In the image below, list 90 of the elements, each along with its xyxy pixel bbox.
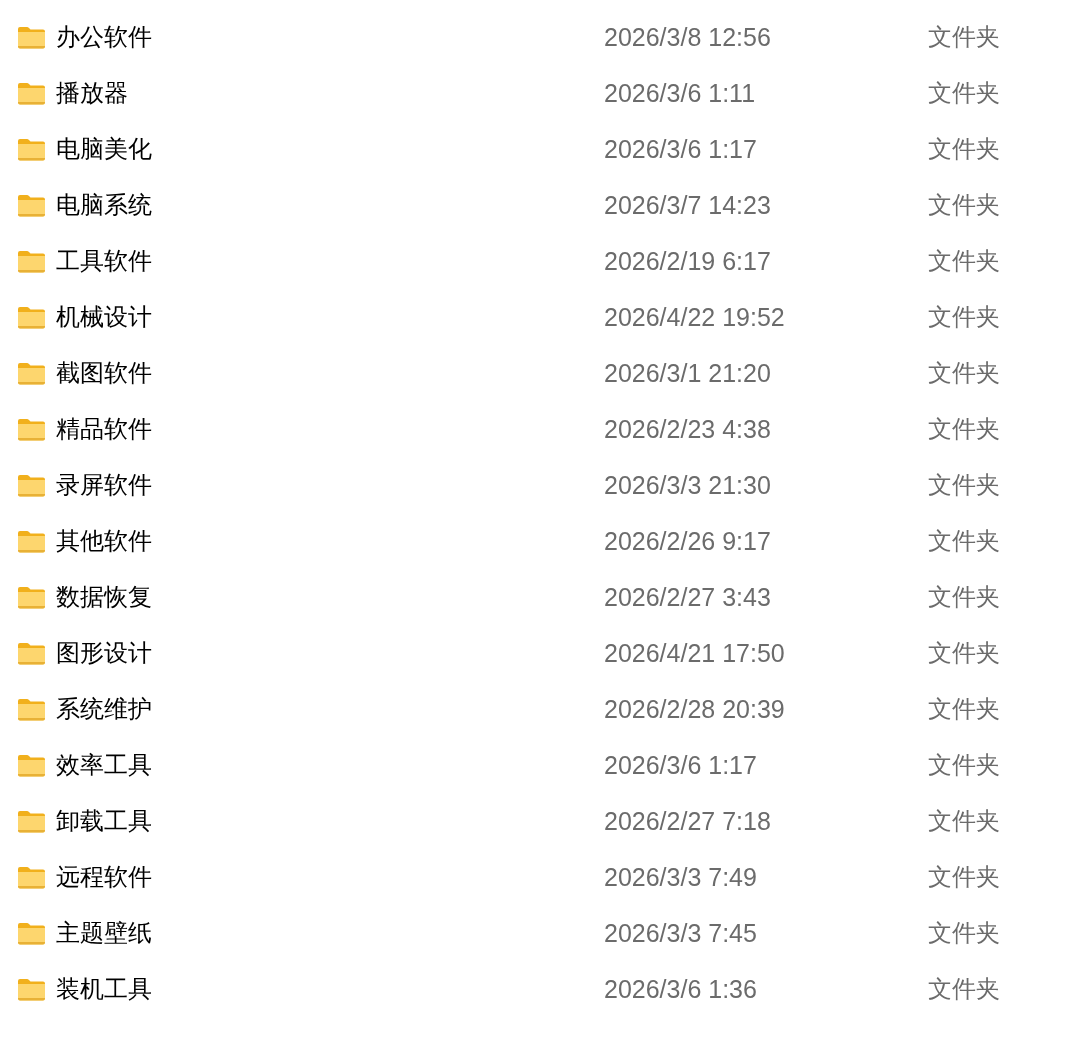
folder-icon: [17, 25, 46, 49]
file-row[interactable]: 数据恢复 2026/2/27 3:43 文件夹: [0, 569, 1020, 625]
date-modified: 2026/3/3 7:45: [604, 918, 757, 948]
file-type: 文件夹: [928, 134, 1000, 164]
folder-name: 精品软件: [56, 414, 152, 444]
date-modified: 2026/3/6 1:17: [604, 134, 757, 164]
folder-name: 工具软件: [56, 246, 152, 276]
folder-icon: [17, 305, 46, 329]
file-row[interactable]: 截图软件 2026/3/1 21:20 文件夹: [0, 345, 1020, 401]
folder-icon: [17, 753, 46, 777]
file-type: 文件夹: [928, 862, 1000, 892]
date-modified: 2026/2/19 6:17: [604, 246, 771, 276]
date-modified: 2026/4/21 17:50: [604, 638, 785, 668]
file-row[interactable]: 录屏软件 2026/3/3 21:30 文件夹: [0, 457, 1020, 513]
file-type: 文件夹: [928, 246, 1000, 276]
file-type: 文件夹: [928, 806, 1000, 836]
folder-name: 远程软件: [56, 862, 152, 892]
file-type: 文件夹: [928, 526, 1000, 556]
file-type: 文件夹: [928, 750, 1000, 780]
folder-name: 电脑美化: [56, 134, 152, 164]
folder-name: 办公软件: [56, 22, 152, 52]
file-type: 文件夹: [928, 638, 1000, 668]
date-modified: 2026/2/28 20:39: [604, 694, 785, 724]
folder-icon: [17, 977, 46, 1001]
folder-name: 系统维护: [56, 694, 152, 724]
file-type: 文件夹: [928, 974, 1000, 1004]
folder-icon: [17, 921, 46, 945]
folder-name: 主题壁纸: [56, 918, 152, 948]
folder-name: 图形设计: [56, 638, 152, 668]
date-modified: 2026/3/7 14:23: [604, 190, 771, 220]
file-type: 文件夹: [928, 302, 1000, 332]
file-row[interactable]: 效率工具 2026/3/6 1:17 文件夹: [0, 737, 1020, 793]
folder-icon: [17, 249, 46, 273]
date-modified: 2026/2/27 3:43: [604, 582, 771, 612]
folder-name: 效率工具: [56, 750, 152, 780]
date-modified: 2026/3/3 7:49: [604, 862, 757, 892]
date-modified: 2026/2/26 9:17: [604, 526, 771, 556]
folder-name: 装机工具: [56, 974, 152, 1004]
file-row[interactable]: 机械设计 2026/4/22 19:52 文件夹: [0, 289, 1020, 345]
folder-icon: [17, 417, 46, 441]
file-row[interactable]: 系统维护 2026/2/28 20:39 文件夹: [0, 681, 1020, 737]
file-type: 文件夹: [928, 78, 1000, 108]
file-row[interactable]: 主题壁纸 2026/3/3 7:45 文件夹: [0, 905, 1020, 961]
folder-icon: [17, 697, 46, 721]
file-type: 文件夹: [928, 358, 1000, 388]
file-type: 文件夹: [928, 470, 1000, 500]
date-modified: 2026/3/6 1:36: [604, 974, 757, 1004]
folder-icon: [17, 529, 46, 553]
date-modified: 2026/3/6 1:11: [604, 78, 756, 108]
folder-name: 电脑系统: [56, 190, 152, 220]
folder-icon: [17, 585, 46, 609]
file-type: 文件夹: [928, 190, 1000, 220]
file-row[interactable]: 电脑美化 2026/3/6 1:17 文件夹: [0, 121, 1020, 177]
file-row[interactable]: 其他软件 2026/2/26 9:17 文件夹: [0, 513, 1020, 569]
date-modified: 2026/2/23 4:38: [604, 414, 771, 444]
file-type: 文件夹: [928, 582, 1000, 612]
folder-name: 其他软件: [56, 526, 152, 556]
folder-name: 播放器: [56, 78, 128, 108]
folder-icon: [17, 809, 46, 833]
folder-name: 录屏软件: [56, 470, 152, 500]
date-modified: 2026/2/27 7:18: [604, 806, 771, 836]
folder-icon: [17, 473, 46, 497]
folder-name: 数据恢复: [56, 582, 152, 612]
date-modified: 2026/3/1 21:20: [604, 358, 771, 388]
file-row[interactable]: 远程软件 2026/3/3 7:49 文件夹: [0, 849, 1020, 905]
date-modified: 2026/3/3 21:30: [604, 470, 771, 500]
folder-name: 卸载工具: [56, 806, 152, 836]
folder-icon: [17, 81, 46, 105]
date-modified: 2026/3/6 1:17: [604, 750, 757, 780]
file-type: 文件夹: [928, 22, 1000, 52]
date-modified: 2026/3/8 12:56: [604, 22, 771, 52]
file-type: 文件夹: [928, 918, 1000, 948]
folder-icon: [17, 361, 46, 385]
folder-icon: [17, 137, 46, 161]
file-row[interactable]: 装机工具 2026/3/6 1:36 文件夹: [0, 961, 1020, 1017]
folder-icon: [17, 641, 46, 665]
file-row[interactable]: 图形设计 2026/4/21 17:50 文件夹: [0, 625, 1020, 681]
folder-name: 机械设计: [56, 302, 152, 332]
file-row[interactable]: 卸载工具 2026/2/27 7:18 文件夹: [0, 793, 1020, 849]
file-row[interactable]: 播放器 2026/3/6 1:11 文件夹: [0, 65, 1020, 121]
file-row[interactable]: 办公软件 2026/3/8 12:56 文件夹: [0, 9, 1020, 65]
file-type: 文件夹: [928, 414, 1000, 444]
file-row[interactable]: 电脑系统 2026/3/7 14:23 文件夹: [0, 177, 1020, 233]
file-row[interactable]: 精品软件 2026/2/23 4:38 文件夹: [0, 401, 1020, 457]
file-row[interactable]: 工具软件 2026/2/19 6:17 文件夹: [0, 233, 1020, 289]
folder-icon: [17, 865, 46, 889]
file-type: 文件夹: [928, 694, 1000, 724]
folder-icon: [17, 193, 46, 217]
folder-name: 截图软件: [56, 358, 152, 388]
date-modified: 2026/4/22 19:52: [604, 302, 785, 332]
